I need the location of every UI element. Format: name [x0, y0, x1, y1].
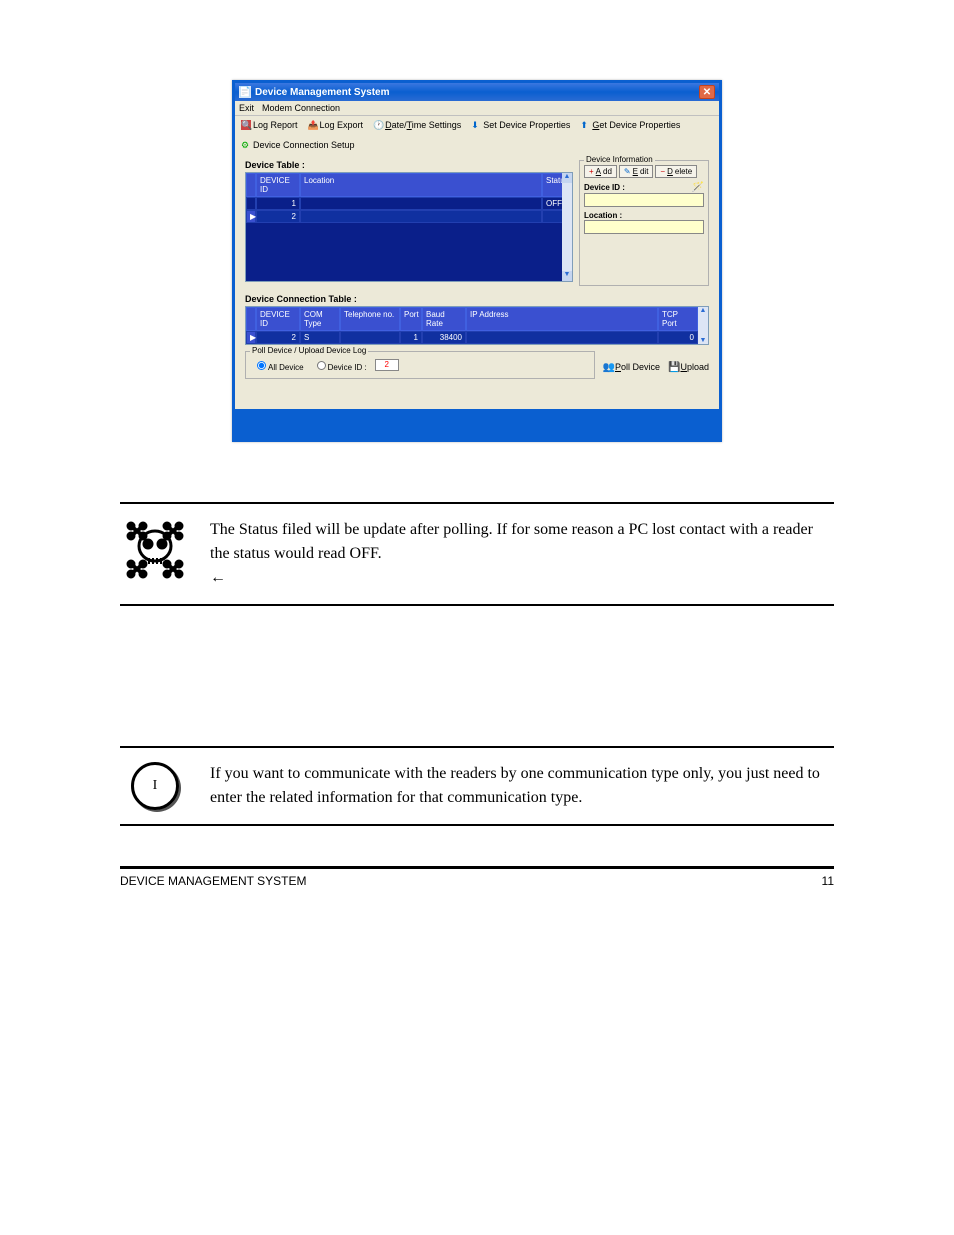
log-report-button[interactable]: 🔍Log Report	[241, 120, 298, 130]
conn-table-label: Device Connection Table :	[245, 294, 709, 304]
scrollbar[interactable]: ▲ ▼	[562, 173, 572, 281]
delete-button[interactable]: −Delete	[655, 165, 697, 178]
warning-text: The Status filed will be update after po…	[210, 518, 834, 590]
status-bar	[235, 409, 719, 439]
toolbar: 🔍Log Report 📤Log Export 🕐Date/Time Setti…	[235, 116, 719, 154]
footer-title: DEVICE MANAGEMENT SYSTEM	[120, 874, 306, 888]
conn-setup-button[interactable]: ⚙Device Connection Setup	[241, 140, 355, 150]
poll-panel: Poll Device / Upload Device Log All Devi…	[245, 351, 595, 379]
divider	[120, 604, 834, 606]
menu-exit[interactable]: Exit	[239, 103, 254, 113]
titlebar: 📄 Device Management System ✕	[235, 83, 719, 101]
location-field[interactable]	[584, 220, 704, 234]
add-button[interactable]: +Add	[584, 165, 617, 178]
device-id-value[interactable]: 2	[375, 359, 399, 371]
col-location: Location	[300, 173, 542, 197]
set-props-button[interactable]: ⬇Set Device Properties	[471, 120, 570, 130]
conn-table[interactable]: DEVICE ID COM Type Telephone no. Port Ba…	[245, 306, 709, 345]
scrollbar[interactable]: ▲ ▼	[698, 307, 708, 344]
device-info-legend: Device Information	[584, 155, 655, 164]
app-icon: 📄	[239, 86, 251, 98]
table-row[interactable]: 1 OFF	[246, 197, 572, 210]
window-title: Device Management System	[255, 87, 390, 98]
device-id-field[interactable]	[584, 193, 704, 207]
log-export-button[interactable]: 📤Log Export	[308, 120, 364, 130]
upload-button[interactable]: 💾Upload	[668, 362, 709, 373]
app-window: 📄 Device Management System ✕ Exit Modem …	[232, 80, 722, 442]
device-table[interactable]: DEVICE ID Location Status 1 OFF ▶	[245, 172, 573, 282]
get-props-button[interactable]: ⬆Get Device Properties	[580, 120, 680, 130]
col-device-id: DEVICE ID	[256, 173, 300, 197]
close-icon[interactable]: ✕	[699, 85, 715, 99]
divider	[120, 502, 834, 504]
divider	[120, 824, 834, 826]
poll-button[interactable]: 👥Poll Device	[603, 362, 660, 373]
datetime-button[interactable]: 🕐Date/Time Settings	[373, 120, 461, 130]
info-text: If you want to communicate with the read…	[210, 762, 834, 810]
location-label: Location :	[584, 211, 704, 220]
skull-icon	[123, 518, 187, 582]
table-row[interactable]: ▶ 2 S 1 38400 0	[246, 331, 698, 344]
radio-device-id[interactable]: Device ID :	[312, 358, 367, 372]
device-table-label: Device Table :	[245, 160, 573, 170]
device-info-panel: Device Information +Add ✎Edit −Delete De…	[579, 160, 709, 286]
divider	[120, 746, 834, 748]
info-icon: I	[131, 762, 179, 810]
left-arrow-icon: ←	[210, 569, 226, 586]
page-footer: DEVICE MANAGEMENT SYSTEM 11	[120, 866, 834, 888]
menubar: Exit Modem Connection	[235, 101, 719, 116]
poll-legend: Poll Device / Upload Device Log	[250, 346, 368, 355]
page-number: 11	[822, 874, 834, 888]
radio-all[interactable]: All Device	[252, 358, 304, 372]
wand-icon[interactable]: 🪄	[692, 182, 704, 193]
device-id-label: Device ID :	[584, 183, 625, 192]
table-row[interactable]: ▶ 2	[246, 210, 572, 223]
edit-button[interactable]: ✎Edit	[619, 165, 654, 178]
menu-modem[interactable]: Modem Connection	[262, 103, 340, 113]
